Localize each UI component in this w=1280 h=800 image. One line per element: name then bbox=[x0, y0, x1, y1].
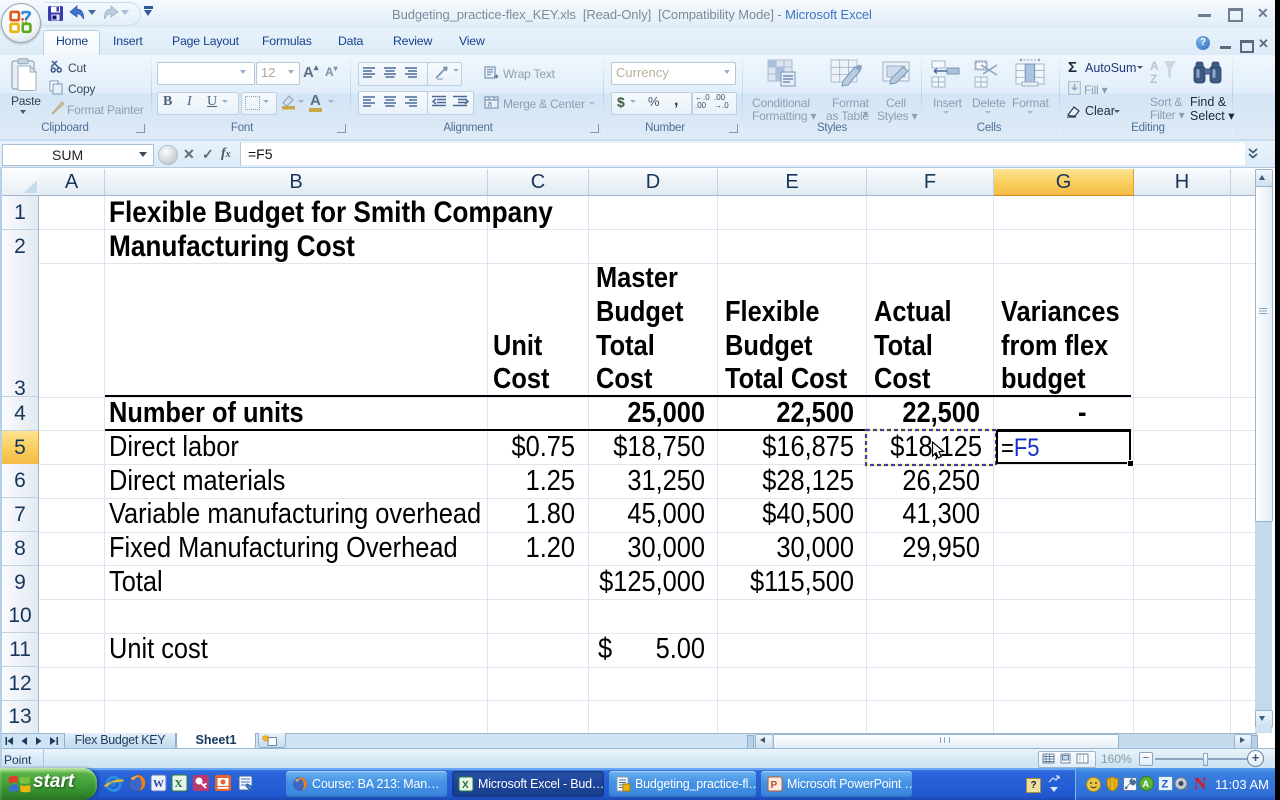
svg-text:A: A bbox=[1143, 779, 1150, 789]
svg-text:A: A bbox=[1150, 59, 1159, 73]
svg-text:Z: Z bbox=[1162, 779, 1169, 791]
svg-text:Z: Z bbox=[1150, 72, 1157, 86]
svg-text:P: P bbox=[771, 780, 778, 791]
svg-text:X: X bbox=[462, 780, 469, 791]
svg-text:X: X bbox=[175, 778, 183, 790]
svg-text:a: a bbox=[488, 100, 493, 109]
svg-text:W: W bbox=[153, 778, 164, 790]
